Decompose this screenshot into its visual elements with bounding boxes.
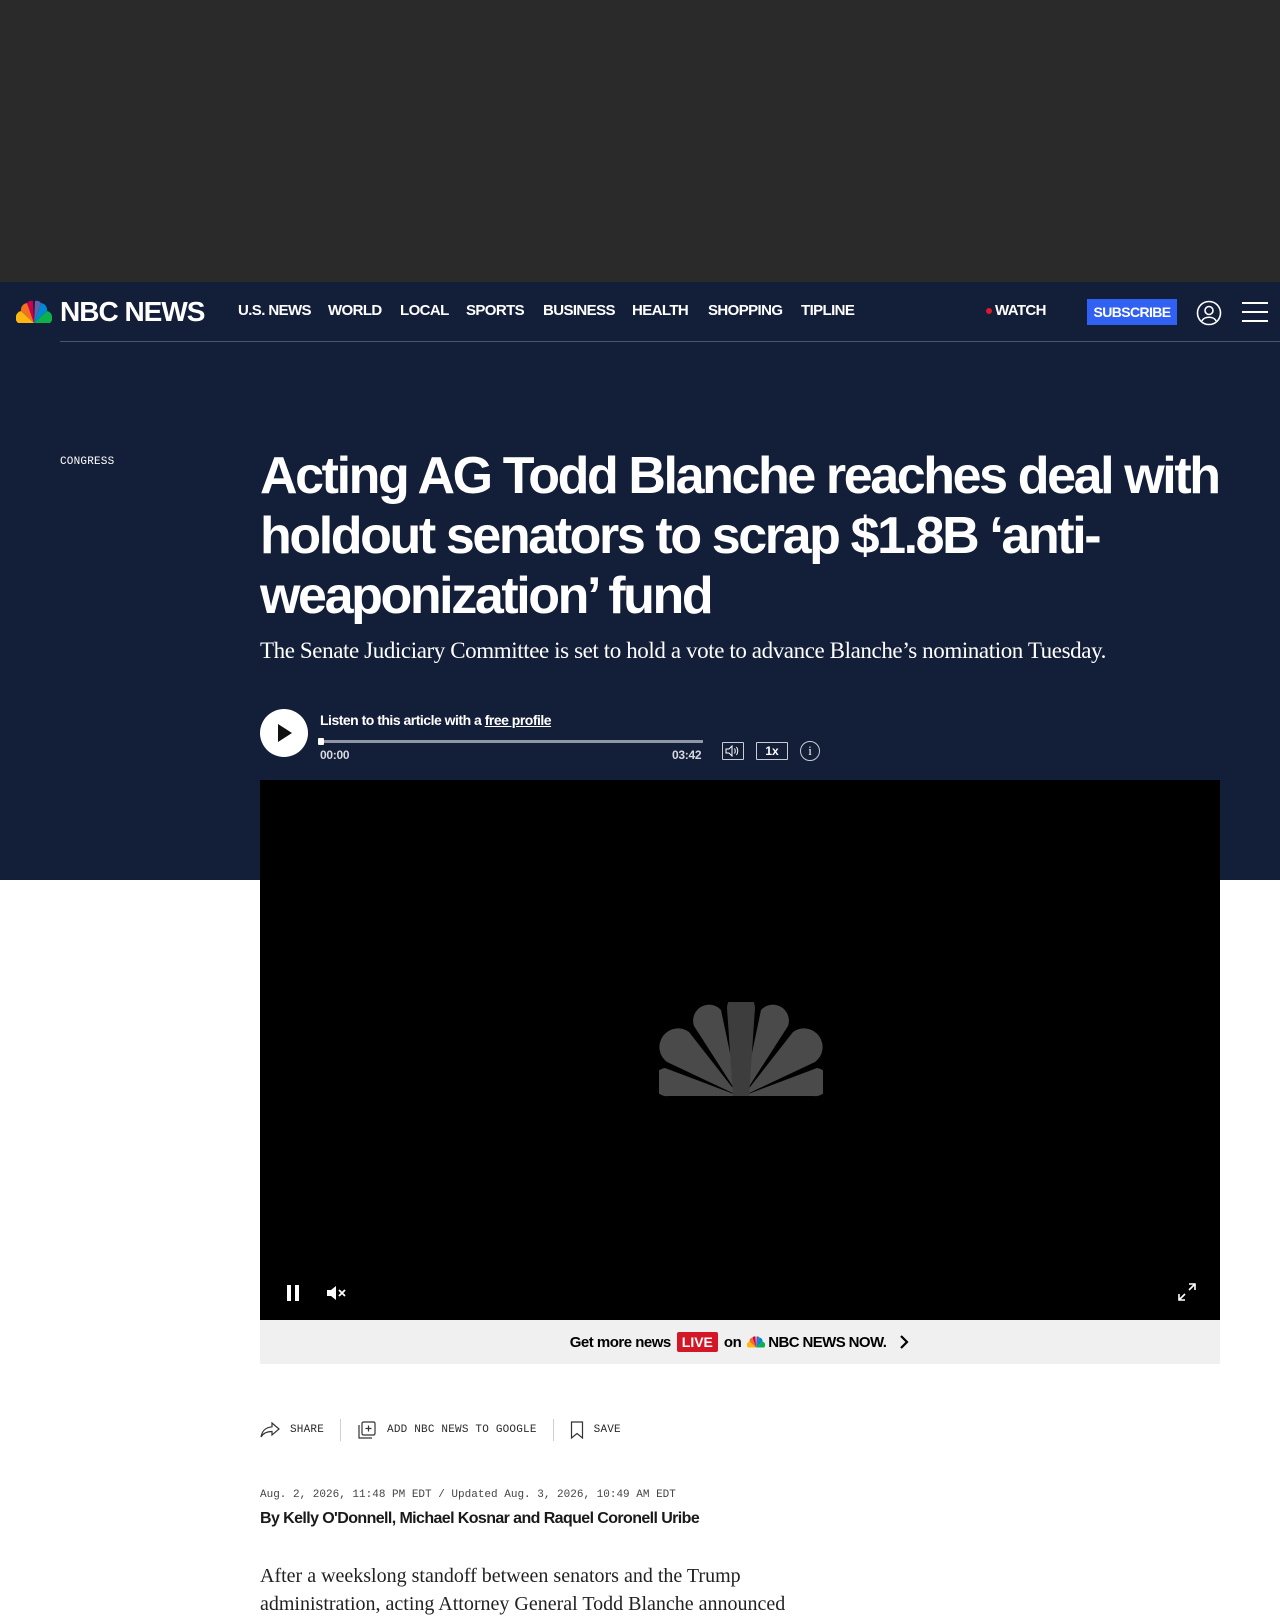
share-icon	[260, 1422, 280, 1438]
fullscreen-icon[interactable]	[1178, 1283, 1196, 1301]
free-profile-link[interactable]: free profile	[485, 712, 552, 728]
audio-volume-button[interactable]	[722, 742, 744, 760]
divider	[552, 1419, 554, 1441]
watch-label: WATCH	[995, 302, 1046, 319]
play-icon	[278, 724, 292, 742]
article-headline: Acting AG Todd Blanche reaches deal with…	[260, 447, 1221, 625]
audio-progress-bar[interactable]	[318, 738, 703, 745]
live-badge: LIVE	[676, 1332, 718, 1352]
share-label: SHARE	[290, 1424, 325, 1436]
nav-sports[interactable]: SPORTS	[466, 302, 525, 319]
add-to-google-label: ADD NBC NEWS TO GOOGLE	[387, 1424, 537, 1436]
hamburger-menu-icon[interactable]	[1242, 301, 1268, 323]
article-body-paragraph: After a weekslong standoff between senat…	[260, 1565, 786, 1615]
nbc-news-now-banner[interactable]: Get more news LIVE on NBC NEWS NOW.	[260, 1320, 1220, 1364]
nav-shopping[interactable]: SHOPPING	[708, 302, 783, 319]
video-player[interactable]	[260, 780, 1220, 1320]
peacock-placeholder-icon	[659, 1002, 823, 1097]
save-button[interactable]: SAVE	[570, 1421, 621, 1439]
author-link[interactable]: Kelly O'Donnell	[283, 1510, 392, 1527]
livebar-on: on	[723, 1333, 742, 1351]
divider	[340, 1419, 342, 1441]
now-brand-text: NBC NEWS NOW.	[768, 1333, 887, 1351]
mute-icon[interactable]	[326, 1285, 348, 1301]
article-timestamp: Aug. 2, 2026, 11:48 PM EDT / Updated Aug…	[260, 1489, 676, 1501]
audio-label-text: Listen to this article with a	[320, 712, 482, 728]
ad-slot	[0, 0, 1280, 282]
audio-scrubber[interactable]	[318, 738, 324, 745]
chevron-right-icon	[900, 1335, 909, 1349]
subscribe-button[interactable]: SUBSCRIBE	[1087, 299, 1177, 325]
nav-local[interactable]: LOCAL	[400, 302, 449, 319]
header-divider	[60, 341, 1280, 342]
brand-name: NBC NEWS	[60, 296, 205, 327]
article-dek: The Senate Judiciary Committee is set to…	[260, 638, 1106, 663]
nbc-news-now-logo: NBC NEWS NOW.	[747, 1333, 887, 1351]
nav-world[interactable]: WORLD	[328, 302, 382, 319]
byline-separator: and	[513, 1510, 540, 1527]
peacock-logo-icon	[747, 1336, 766, 1348]
audio-current-time: 00:00	[320, 748, 350, 762]
livebar-prefix: Get more news	[569, 1333, 672, 1351]
audio-duration: 03:42	[672, 748, 702, 762]
watch-link[interactable]: WATCH	[986, 302, 1046, 319]
info-icon[interactable]: i	[800, 741, 820, 761]
peacock-logo-icon	[16, 300, 52, 323]
nav-health[interactable]: HEALTH	[632, 302, 689, 319]
article-byline: By Kelly O'Donnell, Michael Kosnar and R…	[260, 1510, 700, 1528]
audio-label: Listen to this article with a free profi…	[320, 712, 552, 728]
share-toolbar: SHARE ADD NBC NEWS TO GOOGLE SAVE	[260, 1418, 621, 1442]
author-link[interactable]: Raquel Coronell Uribe	[544, 1510, 700, 1527]
live-dot-icon	[986, 307, 992, 314]
account-icon[interactable]	[1196, 300, 1222, 326]
add-to-google-button[interactable]: ADD NBC NEWS TO GOOGLE	[357, 1420, 537, 1440]
nav-us-news[interactable]: U.S. NEWS	[238, 302, 312, 319]
volume-icon	[725, 745, 739, 757]
byline-separator: ,	[391, 1510, 396, 1527]
save-label: SAVE	[593, 1424, 621, 1436]
nav-tipline[interactable]: TIPLINE	[801, 302, 855, 319]
byline-prefix: By	[260, 1510, 280, 1527]
add-google-icon	[358, 1421, 376, 1439]
category-label[interactable]: CONGRESS	[60, 456, 114, 468]
bookmark-icon	[570, 1421, 583, 1439]
nbc-news-logo[interactable]: NBC NEWS	[16, 296, 205, 328]
share-button[interactable]: SHARE	[260, 1422, 324, 1438]
audio-speed-button[interactable]: 1x	[756, 742, 788, 760]
author-link[interactable]: Michael Kosnar	[399, 1510, 509, 1527]
nav-business[interactable]: BUSINESS	[543, 302, 615, 319]
audio-play-button[interactable]	[260, 709, 308, 757]
pause-icon[interactable]	[286, 1285, 300, 1301]
